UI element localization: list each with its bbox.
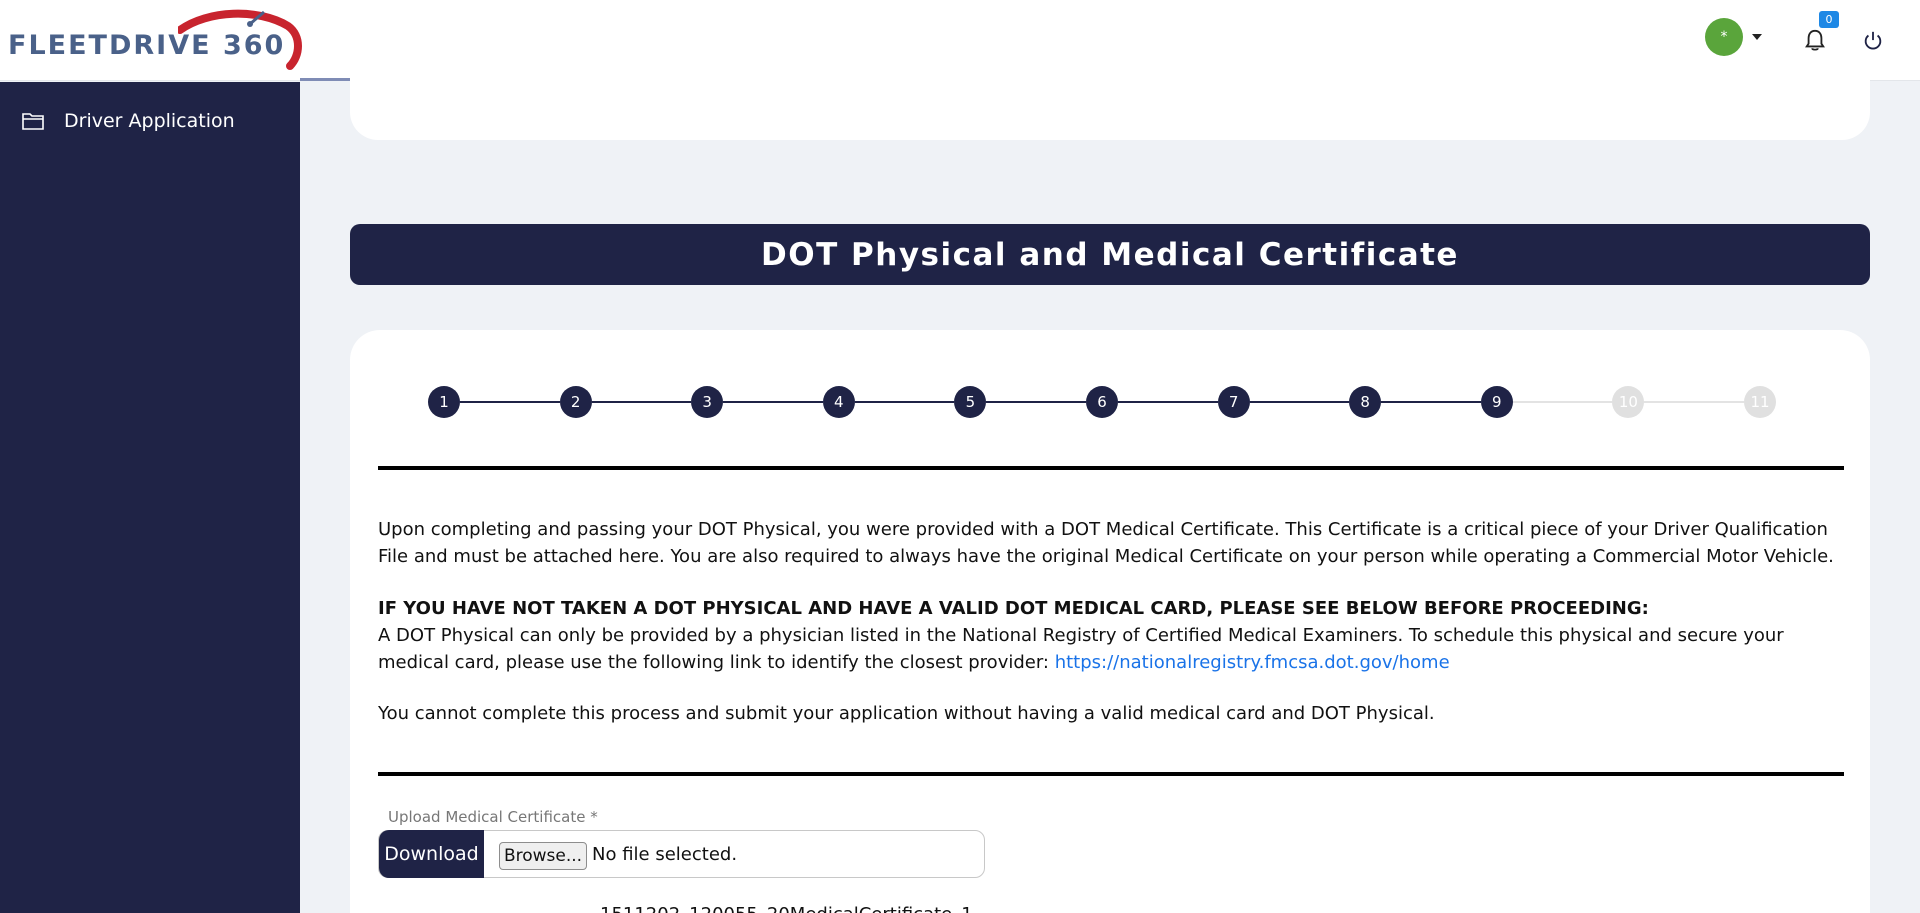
speedometer-logo-icon — [178, 9, 302, 70]
step-11[interactable]: 11 — [1744, 386, 1776, 418]
download-button[interactable]: Download — [379, 830, 484, 878]
uploaded-filename[interactable]: 1511202_120055_20MedicalCertificate_1 — [600, 904, 973, 913]
step-2[interactable]: 2 — [559, 386, 592, 418]
step-1[interactable]: 1 — [428, 386, 460, 418]
fleetdrive-logo[interactable]: FLEETDRIVE 360 — [8, 8, 302, 70]
bell-icon[interactable] — [1804, 28, 1826, 52]
step-10[interactable]: 10 — [1612, 386, 1645, 418]
notification-badge: 0 — [1819, 11, 1839, 28]
step-5[interactable]: 5 — [954, 386, 987, 418]
user-avatar[interactable]: * — [1705, 18, 1743, 56]
step-connector — [854, 401, 955, 403]
step-connector — [1512, 401, 1613, 403]
warning-block: IF YOU HAVE NOT TAKEN A DOT PHYSICAL AND… — [378, 595, 1844, 676]
sidebar-item-driver-application[interactable]: Driver Application — [22, 110, 235, 132]
step-connector — [460, 401, 560, 403]
step-connector — [723, 401, 823, 403]
step-connector — [1249, 401, 1350, 403]
intro-paragraph: Upon completing and passing your DOT Phy… — [378, 519, 1834, 567]
section-title: DOT Physical and Medical Certificate — [350, 224, 1870, 285]
sidebar-item-label: Driver Application — [64, 110, 235, 132]
step-9[interactable]: 9 — [1480, 386, 1513, 418]
step-7[interactable]: 7 — [1217, 386, 1250, 418]
chevron-down-icon[interactable] — [1752, 34, 1762, 40]
sidebar: Driver Application — [0, 82, 300, 913]
divider — [378, 466, 1844, 470]
step-connector — [1644, 401, 1744, 403]
previous-section-card — [350, 60, 1870, 140]
power-icon[interactable] — [1862, 30, 1884, 52]
requirement-text: You cannot complete this process and sub… — [378, 703, 1435, 724]
folder-icon — [22, 113, 44, 130]
step-connector — [1118, 401, 1218, 403]
step-8[interactable]: 8 — [1349, 386, 1382, 418]
step-3[interactable]: 3 — [691, 386, 724, 418]
step-connector — [1381, 401, 1481, 403]
browse-button[interactable]: Browse... — [499, 842, 587, 870]
step-connector — [591, 401, 692, 403]
divider — [378, 772, 1844, 776]
upload-label: Upload Medical Certificate * — [388, 808, 598, 826]
step-4[interactable]: 4 — [822, 386, 855, 418]
progress-stepper: 1 2 3 4 5 6 7 8 9 10 11 — [428, 386, 1776, 418]
registry-link[interactable]: https://nationalregistry.fmcsa.dot.gov/h… — [1055, 652, 1450, 673]
step-connector — [986, 401, 1086, 403]
file-upload-field[interactable]: Download Browse... No file selected. — [378, 830, 985, 878]
warning-heading: IF YOU HAVE NOT TAKEN A DOT PHYSICAL AND… — [378, 598, 1649, 619]
file-status-text: No file selected. — [592, 844, 738, 865]
step-6[interactable]: 6 — [1086, 386, 1118, 418]
